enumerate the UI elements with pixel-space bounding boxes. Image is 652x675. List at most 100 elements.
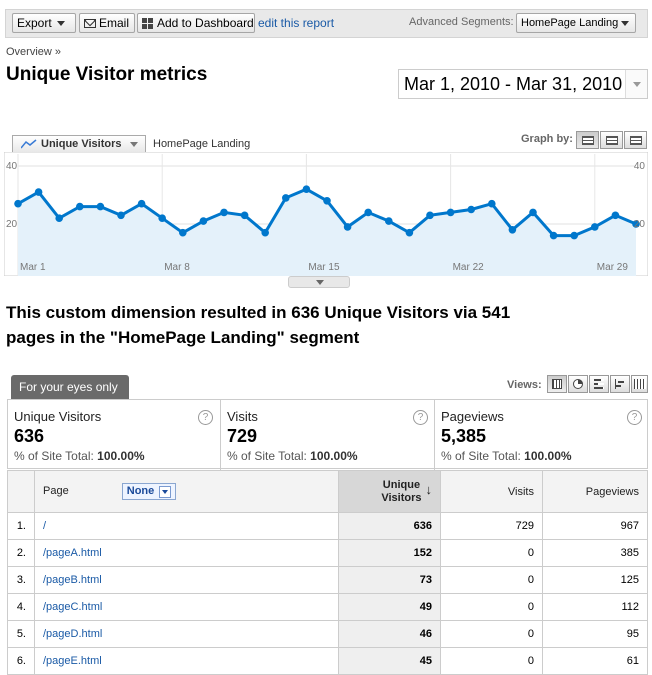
chart-point[interactable] [405,228,414,237]
chart-point[interactable] [385,217,393,225]
chart-point[interactable] [34,188,43,196]
card-sub-value: 100.00% [524,449,572,463]
page-link[interactable]: /pageA.html [43,547,102,559]
export-button[interactable]: Export [12,13,76,33]
graph-segment-label: HomePage Landing [153,138,251,150]
chart-point[interactable] [76,202,84,211]
row-visits: 0 [440,593,543,621]
graph-metric-select[interactable]: Unique Visitors [12,135,146,153]
tab-for-your-eyes-only[interactable]: For your eyes only [11,375,129,399]
metric-cards: Unique Visitors 636 % of Site Total: 100… [7,399,648,470]
view-pivot-button[interactable] [631,375,648,393]
chart-point[interactable] [96,202,105,211]
card-sub-prefix: % of Site Total: [14,449,94,463]
graph-by-week-button[interactable] [600,131,623,149]
card-value: 5,385 [441,426,487,446]
row-visits: 0 [440,539,543,567]
help-icon[interactable]: ? [413,410,428,425]
row-pageviews: 385 [542,539,648,567]
chart-point[interactable] [199,217,208,225]
chart-point[interactable] [488,199,496,208]
pageviews-header[interactable]: Pageviews [542,470,648,513]
edit-report-link[interactable]: edit this report [258,16,334,30]
visits-header[interactable]: Visits [440,470,543,513]
row-index: 3. [7,566,35,594]
card-value: 636 [14,426,45,446]
export-label: Export [17,16,52,30]
row-page[interactable]: /pageB.html [34,566,339,594]
row-page[interactable]: /pageD.html [34,620,339,648]
advanced-segments-select[interactable]: HomePage Landing [516,13,636,33]
chart-point[interactable] [446,208,455,217]
page-link[interactable]: /pageC.html [43,601,102,613]
help-icon[interactable]: ? [198,410,213,425]
chart-point[interactable] [137,199,146,208]
chart-point[interactable] [591,223,599,231]
page-title: Unique Visitor metrics [6,64,208,85]
chart-point[interactable] [282,194,290,202]
chart-point[interactable] [426,211,434,220]
unique-visitors-header[interactable]: Unique Visitors↓ [338,470,441,513]
row-visits: 0 [440,620,543,648]
date-range-picker[interactable]: Mar 1, 2010 - Mar 31, 2010 [398,69,648,99]
chart-point[interactable] [117,211,125,220]
row-visits: 0 [440,566,543,594]
chart-point[interactable] [261,228,270,237]
chart-point[interactable] [55,214,63,222]
secondary-dimension-select[interactable]: None [121,483,177,500]
chart-point[interactable] [323,197,331,205]
help-icon[interactable]: ? [627,410,642,425]
view-bar-button[interactable] [589,375,609,393]
chart-point[interactable] [467,205,476,214]
view-pie-button[interactable] [568,375,588,393]
chart-point[interactable] [14,199,22,208]
chart-point[interactable] [529,208,537,217]
page-link[interactable]: /pageE.html [43,655,102,667]
view-table-button[interactable] [547,375,567,393]
table-row: 4. /pageC.html 49 0 112 [7,593,648,621]
view-comparison-button[interactable] [610,375,630,393]
chart-point[interactable] [179,228,187,237]
chart-point[interactable] [220,208,228,217]
segment-value: HomePage Landing [521,17,619,29]
card-value: 729 [227,426,258,446]
page-column-header[interactable]: Page None [34,470,339,513]
breadcrumb[interactable]: Overview » [6,46,61,58]
dashboard-grid-icon [142,18,153,30]
row-visits: 729 [440,512,543,540]
page-link[interactable]: / [43,520,46,532]
y-tick-label-right: 20 [634,219,646,230]
secondary-dimension-value: None [126,485,155,498]
chart-point[interactable] [570,231,578,240]
chart-point[interactable] [158,214,166,222]
page-header-label: Page [43,485,69,498]
email-label: Email [99,16,130,30]
email-button[interactable]: Email [79,13,135,33]
chevron-down-icon[interactable] [625,70,647,98]
chart-point[interactable] [508,226,517,234]
chart-resize-handle[interactable] [288,276,350,288]
row-page[interactable]: /pageE.html [34,647,339,675]
row-page[interactable]: / [34,512,339,540]
graph-by-day-button[interactable] [576,131,599,149]
row-page[interactable]: /pageC.html [34,593,339,621]
card-label: Visits [227,409,258,424]
chart-point[interactable] [240,211,249,220]
chart-point[interactable] [364,208,373,217]
table-row: 1. / 636 729 967 [7,512,648,540]
graph-month-icon [630,136,642,145]
card-sub-value: 100.00% [310,449,358,463]
chart-point[interactable] [343,223,352,231]
chart-point[interactable] [549,231,558,240]
graph-by-month-button[interactable] [624,131,647,149]
chart-point[interactable] [302,185,311,193]
row-page[interactable]: /pageA.html [34,539,339,567]
page-link[interactable]: /pageD.html [43,628,102,640]
chart-point[interactable] [611,211,620,220]
add-to-dashboard-button[interactable]: Add to Dashboard [137,13,255,33]
card-subtext: % of Site Total: 100.00% [14,449,145,463]
pivot-view-icon [634,379,646,389]
x-tick-label: Mar 29 [597,262,629,273]
page-link[interactable]: /pageB.html [43,574,102,586]
row-pageviews: 95 [542,620,648,648]
